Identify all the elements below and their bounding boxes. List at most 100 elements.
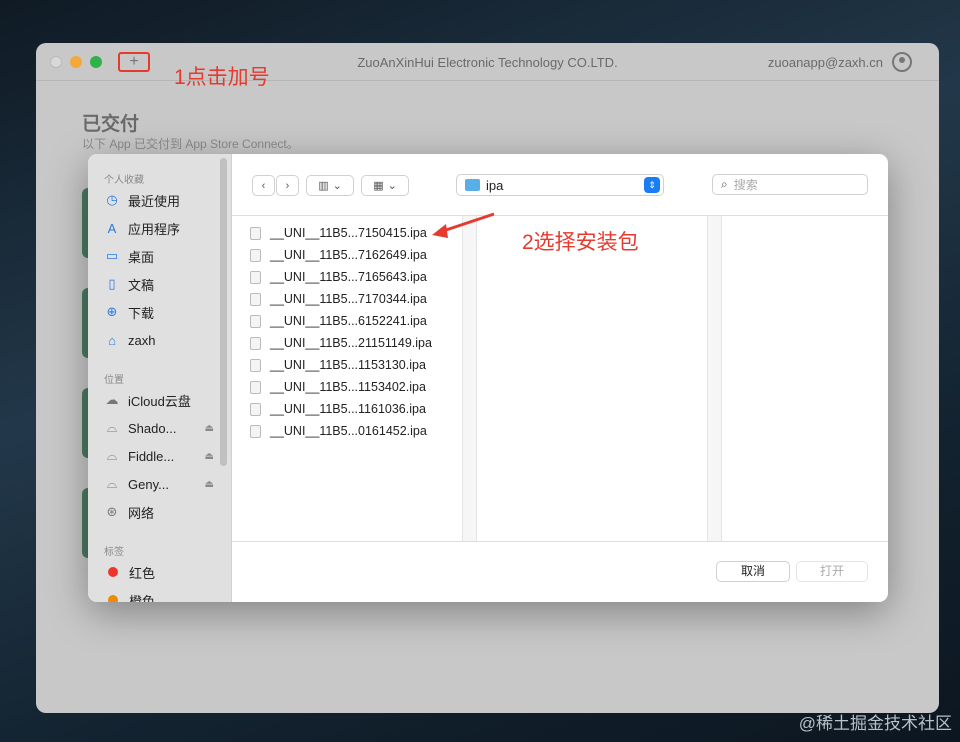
file-item[interactable]: __UNI__11B5...1153402.ipa [250,377,426,397]
file-item[interactable]: __UNI__11B5...7170344.ipa [250,289,427,309]
file-name: __UNI__11B5...0161452.ipa [270,424,427,438]
sidebar-tag-orange[interactable]: 橙色 [104,590,214,602]
sidebar-item-label: 文稿 [128,277,155,293]
column-resize-handle[interactable] [707,216,722,541]
favorites-header: 个人收藏 [104,175,144,186]
sidebar-item-documents[interactable]: ▯ 文稿 [104,274,214,294]
sidebar-item-network[interactable]: ⊛ 网络 [104,502,214,522]
file-column: __UNI__11B5...7150415.ipa __UNI__11B5...… [232,216,462,541]
eject-icon[interactable]: ⏏ [205,423,214,434]
forward-button[interactable]: › [276,175,299,196]
sidebar-item-label: 网络 [128,505,155,521]
file-name: __UNI__11B5...7162649.ipa [270,248,427,262]
cloud-icon: ☁ [105,392,119,407]
home-icon: ⌂ [108,332,116,348]
file-item[interactable]: __UNI__11B5...21151149.ipa [250,333,432,353]
sidebar-item-label: iCloud云盘 [128,393,191,409]
sidebar-item-recents[interactable]: ◷ 最近使用 [104,190,214,210]
grid-icon: ▦ [373,180,384,192]
file-name: __UNI__11B5...6152241.ipa [270,314,427,328]
sidebar-item-label: Geny... [128,476,169,492]
apps-icon: A [107,220,117,236]
disk-icon: ⌓ [106,420,118,435]
file-name: __UNI__11B5...1153402.ipa [270,380,426,394]
file-name: __UNI__11B5...7170344.ipa [270,292,427,306]
watermark: @稀土掘金技术社区 [798,714,952,733]
search-placeholder: 搜索 [733,178,758,192]
sidebar-item-label: 下载 [128,305,155,321]
orange-tag-dot [108,595,118,602]
sidebar-item-downloads[interactable]: ⊕ 下载 [104,302,214,322]
file-item[interactable]: __UNI__11B5...1161036.ipa [250,399,426,419]
disk-icon: ⌓ [106,448,118,463]
eject-icon[interactable]: ⏏ [205,479,214,490]
folder-popup[interactable]: ipa ⇕ [456,174,664,196]
file-item[interactable]: __UNI__11B5...1153130.ipa [250,355,426,375]
sidebar-tag-red[interactable]: 红色 [104,562,214,582]
file-item[interactable]: __UNI__11B5...7150415.ipa [250,223,427,243]
back-button[interactable]: ‹ [252,175,275,196]
chevron-right-icon: › [285,179,290,192]
sidebar-item-applications[interactable]: A 应用程序 [104,218,214,238]
sidebar-item-label: 最近使用 [128,193,181,209]
open-file-dialog: 个人收藏 ◷ 最近使用 A 应用程序 ▭ 桌面 ▯ 文稿 ⊕ 下载 ⌂ zaxh 位置 ☁ i… [88,154,888,602]
search-input[interactable]: ⌕ 搜索 [712,174,868,195]
column-resize-handle[interactable] [462,216,477,541]
file-item[interactable]: __UNI__11B5...0161452.ipa [250,421,427,441]
page-subtitle: 以下 App 已交付到 App Store Connect。 [82,137,299,151]
ipa-file-icon [250,336,261,350]
file-item[interactable]: __UNI__11B5...6152241.ipa [250,311,427,331]
file-item[interactable]: __UNI__11B5...7165643.ipa [250,267,427,287]
sidebar-item-label: 橙色 [129,593,156,603]
ipa-file-icon [250,358,261,372]
folder-name: ipa [486,177,504,193]
folder-icon [465,179,480,191]
dialog-footer: 取消 打开 [232,541,888,602]
ipa-file-icon [250,226,261,240]
clock-icon: ◷ [106,192,118,207]
sidebar-item-desktop[interactable]: ▭ 桌面 [104,246,214,266]
desktop-icon: ▭ [105,248,119,263]
disk-icon: ⌓ [106,476,118,491]
sidebar-item-home[interactable]: ⌂ zaxh [104,330,214,350]
sidebar-item-icloud[interactable]: ☁ iCloud云盘 [104,390,214,410]
chevron-down-icon: ⌄ [387,180,397,192]
annotation-step2: 2选择安装包 [522,231,639,254]
file-name: __UNI__11B5...1161036.ipa [270,402,426,416]
open-button[interactable]: 打开 [796,561,868,582]
ipa-file-icon [250,402,261,416]
account-email: zuoanapp@zaxh.cn [767,55,883,70]
sidebar-item-disk-shadow[interactable]: ⌓ Shado... ⏏ [104,418,214,438]
sidebar-scrollbar[interactable] [220,158,227,466]
sidebar-item-label: 桌面 [128,249,155,265]
locations-header: 位置 [104,375,124,386]
sidebar-item-label: zaxh [128,332,156,348]
file-name: __UNI__11B5...21151149.ipa [270,336,432,350]
ipa-file-icon [250,380,261,394]
view-mode-button[interactable]: ▥ ⌄ [306,175,354,196]
file-name: __UNI__11B5...7150415.ipa [270,226,427,240]
sidebar: 个人收藏 ◷ 最近使用 A 应用程序 ▭ 桌面 ▯ 文稿 ⊕ 下载 ⌂ zaxh 位置 ☁ i… [88,154,232,602]
network-icon: ⊛ [106,504,118,519]
updown-icon: ⇕ [644,177,660,193]
search-icon: ⌕ [721,177,728,191]
ipa-file-icon [250,270,261,284]
account-icon[interactable] [892,52,912,72]
cancel-button[interactable]: 取消 [716,561,790,582]
ipa-file-icon [250,424,261,438]
file-item[interactable]: __UNI__11B5...7162649.ipa [250,245,427,265]
eject-icon[interactable]: ⏏ [205,451,214,462]
document-icon: ▯ [108,276,116,291]
file-name: __UNI__11B5...1153130.ipa [270,358,426,372]
sidebar-item-disk-geny[interactable]: ⌓ Geny... ⏏ [104,474,214,494]
annotation-arrow [432,212,495,238]
red-tag-dot [108,567,118,577]
page-title: 已交付 [82,114,140,135]
download-icon: ⊕ [106,304,118,319]
group-button[interactable]: ▦ ⌄ [361,175,409,196]
sidebar-item-label: Fiddle... [128,448,175,464]
sidebar-item-disk-fiddler[interactable]: ⌓ Fiddle... ⏏ [104,446,214,466]
ipa-file-icon [250,248,261,262]
file-name: __UNI__11B5...7165643.ipa [270,270,427,284]
title-bar: + 1点击加号 ZuoAnXinHui Electronic Technolog… [36,43,939,89]
